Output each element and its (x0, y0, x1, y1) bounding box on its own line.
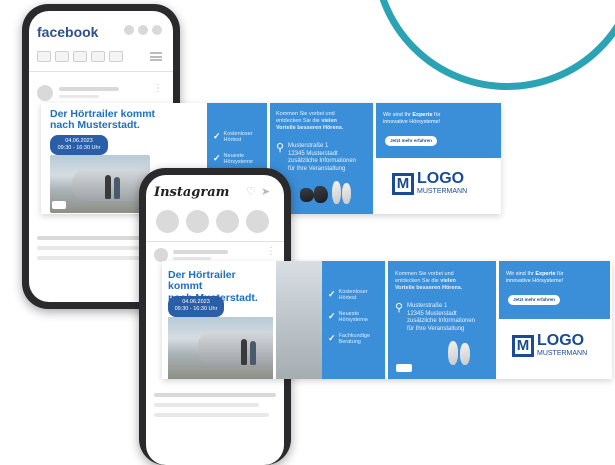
ig-ad-trailer-photo (168, 317, 273, 379)
ig-ad-promo-card[interactable]: Kommen Sie vorbei und entdecken Sie die … (388, 261, 496, 379)
ig-ad-date-badge: 04.06.2023 09:30 - 16:30 Uhr (168, 296, 224, 317)
hearing-aid-image (314, 186, 328, 203)
fb-post-more-icon[interactable]: ⋮ (153, 84, 163, 94)
person-figure (241, 339, 247, 365)
ig-ad-logo-card[interactable]: Wir sind Ihr Experte für innovative Hörs… (499, 261, 610, 379)
ig-divider (146, 241, 284, 242)
fb-ad-logo-card[interactable]: Wir sind Ihr Experte für innovative Hörs… (376, 103, 501, 214)
check-icon: ✓ (213, 153, 221, 163)
ig-post-name-bar (173, 250, 228, 254)
fb-ad-small-logo (52, 201, 66, 209)
fb-promo-text: Kommen Sie vorbei und entdecken Sie die … (276, 111, 344, 131)
ig-ad-hero-card[interactable]: Der Hörtrailer kommt nach Musterstadt. 0… (162, 261, 273, 379)
fb-nav-home-icon[interactable] (37, 51, 51, 62)
fb-top-icon-2[interactable] (138, 25, 148, 35)
fb-feature-item: ✓ Kostenloser Hörtest (213, 131, 253, 144)
fb-post-name-bar (59, 87, 119, 91)
fb-text-bar-2 (37, 246, 147, 250)
story-avatar[interactable] (246, 210, 269, 233)
heart-icon[interactable]: ♡ (246, 185, 256, 198)
fb-cta-button[interactable]: Jetzt mehr erfahren (385, 136, 437, 146)
ig-expert-text: Wir sind Ihr Experte für innovative Hörs… (506, 271, 564, 285)
ig-text-bar-2 (154, 403, 259, 407)
ig-feature-item: ✓ Neueste Hörsysteme (328, 311, 368, 324)
brand-logo-word: LOGO (417, 170, 465, 187)
brand-logo-word: LOGO (537, 332, 585, 349)
ig-ad-headline-line1: Der Hörtrailer kommt (168, 269, 236, 293)
hearing-aid-image (332, 181, 341, 204)
fb-ad-date-badge: 04.06.2023 09:30 - 16:30 Uhr (50, 135, 108, 155)
location-pin-icon: ⚲ (395, 302, 404, 314)
story-avatar[interactable] (216, 210, 239, 233)
check-icon: ✓ (328, 311, 336, 321)
ig-ad-features-card[interactable]: ✓ Kostenloser Hörtest ✓ Neueste Hörsysteme… (276, 261, 385, 379)
fb-nav-market-icon[interactable] (91, 51, 105, 62)
fb-post-avatar[interactable] (37, 85, 53, 101)
ig-feature-item: ✓ Kostenloser Hörtest (328, 289, 368, 302)
trailer-shape (198, 331, 273, 365)
decorative-circle (372, 0, 615, 90)
ig-ad-small-logo (396, 364, 412, 372)
hearing-aid-image (448, 341, 458, 365)
ig-text-bar-3 (154, 413, 269, 417)
ig-address: Musterstraße 1 12345 Musterstadt zusätzl… (407, 303, 476, 332)
fb-ad-time: 09:30 - 16:30 Uhr (57, 144, 101, 151)
ig-expert-box (499, 261, 610, 319)
location-pin-icon: ⚲ (276, 142, 285, 154)
ig-promo-text: Kommen Sie vorbei und entdecken Sie die … (395, 271, 463, 291)
fb-post-meta-bar (59, 95, 99, 98)
check-icon: ✓ (213, 131, 221, 141)
fb-nav-video-icon[interactable] (73, 51, 87, 62)
story-avatar[interactable] (156, 210, 179, 233)
fb-divider (29, 71, 173, 72)
ig-post-meta-bar (173, 257, 211, 260)
fb-ad-headline: Der Hörtrailer kommt nach Musterstadt. (50, 108, 155, 132)
instagram-ad-carousel[interactable]: Der Hörtrailer kommt nach Musterstadt. 0… (162, 261, 612, 379)
brand-logo-sub: MUSTERMANN (417, 188, 468, 195)
check-icon: ✓ (328, 289, 336, 299)
hearing-aid-image (460, 343, 470, 365)
ig-ad-date: 04.06.2023 (182, 299, 210, 305)
fb-top-icon-3[interactable] (152, 25, 162, 35)
ig-post-more-icon[interactable]: ⋮ (266, 247, 276, 257)
send-icon[interactable]: ➤ (261, 185, 270, 198)
person-figure (105, 175, 111, 199)
ig-ad-time: 09:30 - 16:30 Uhr (174, 305, 218, 312)
ig-trailer-continuation (276, 261, 322, 379)
ig-cta-button[interactable]: Jetzt mehr erfahren (508, 295, 560, 305)
brand-logo-mark: M (392, 173, 414, 195)
brand-logo-mark: M (512, 335, 534, 357)
fb-ad-date: 04.06.2023 (65, 138, 93, 144)
fb-nav-friends-icon[interactable] (55, 51, 69, 62)
fb-nav-notify-icon[interactable] (109, 51, 123, 62)
person-figure (114, 177, 120, 199)
ig-feature-item: ✓ Fachkundige Beratung (328, 333, 371, 346)
hearing-aid-image (342, 183, 351, 204)
person-figure (250, 341, 256, 365)
fb-ad-headline-line2: nach Musterstadt. (50, 119, 140, 132)
fb-address: Musterstraße 1 12345 Musterstadt zusätzl… (288, 143, 357, 172)
fb-expert-text: Wir sind Ihr Experte für innovative Hörs… (383, 112, 441, 126)
check-icon: ✓ (328, 333, 336, 343)
fb-top-icon-1[interactable] (124, 25, 134, 35)
brand-logo-sub: MUSTERMANN (537, 350, 588, 357)
instagram-logo: Instagram (154, 185, 230, 200)
story-avatar[interactable] (186, 210, 209, 233)
ig-text-bar-1 (154, 393, 276, 397)
fb-feature-item: ✓ Neueste Hörsysteme (213, 153, 253, 166)
facebook-logo: facebook (37, 24, 99, 40)
hearing-aid-image (300, 188, 314, 202)
fb-menu-icon-mid (150, 55, 162, 58)
ig-post-avatar[interactable] (154, 248, 168, 262)
